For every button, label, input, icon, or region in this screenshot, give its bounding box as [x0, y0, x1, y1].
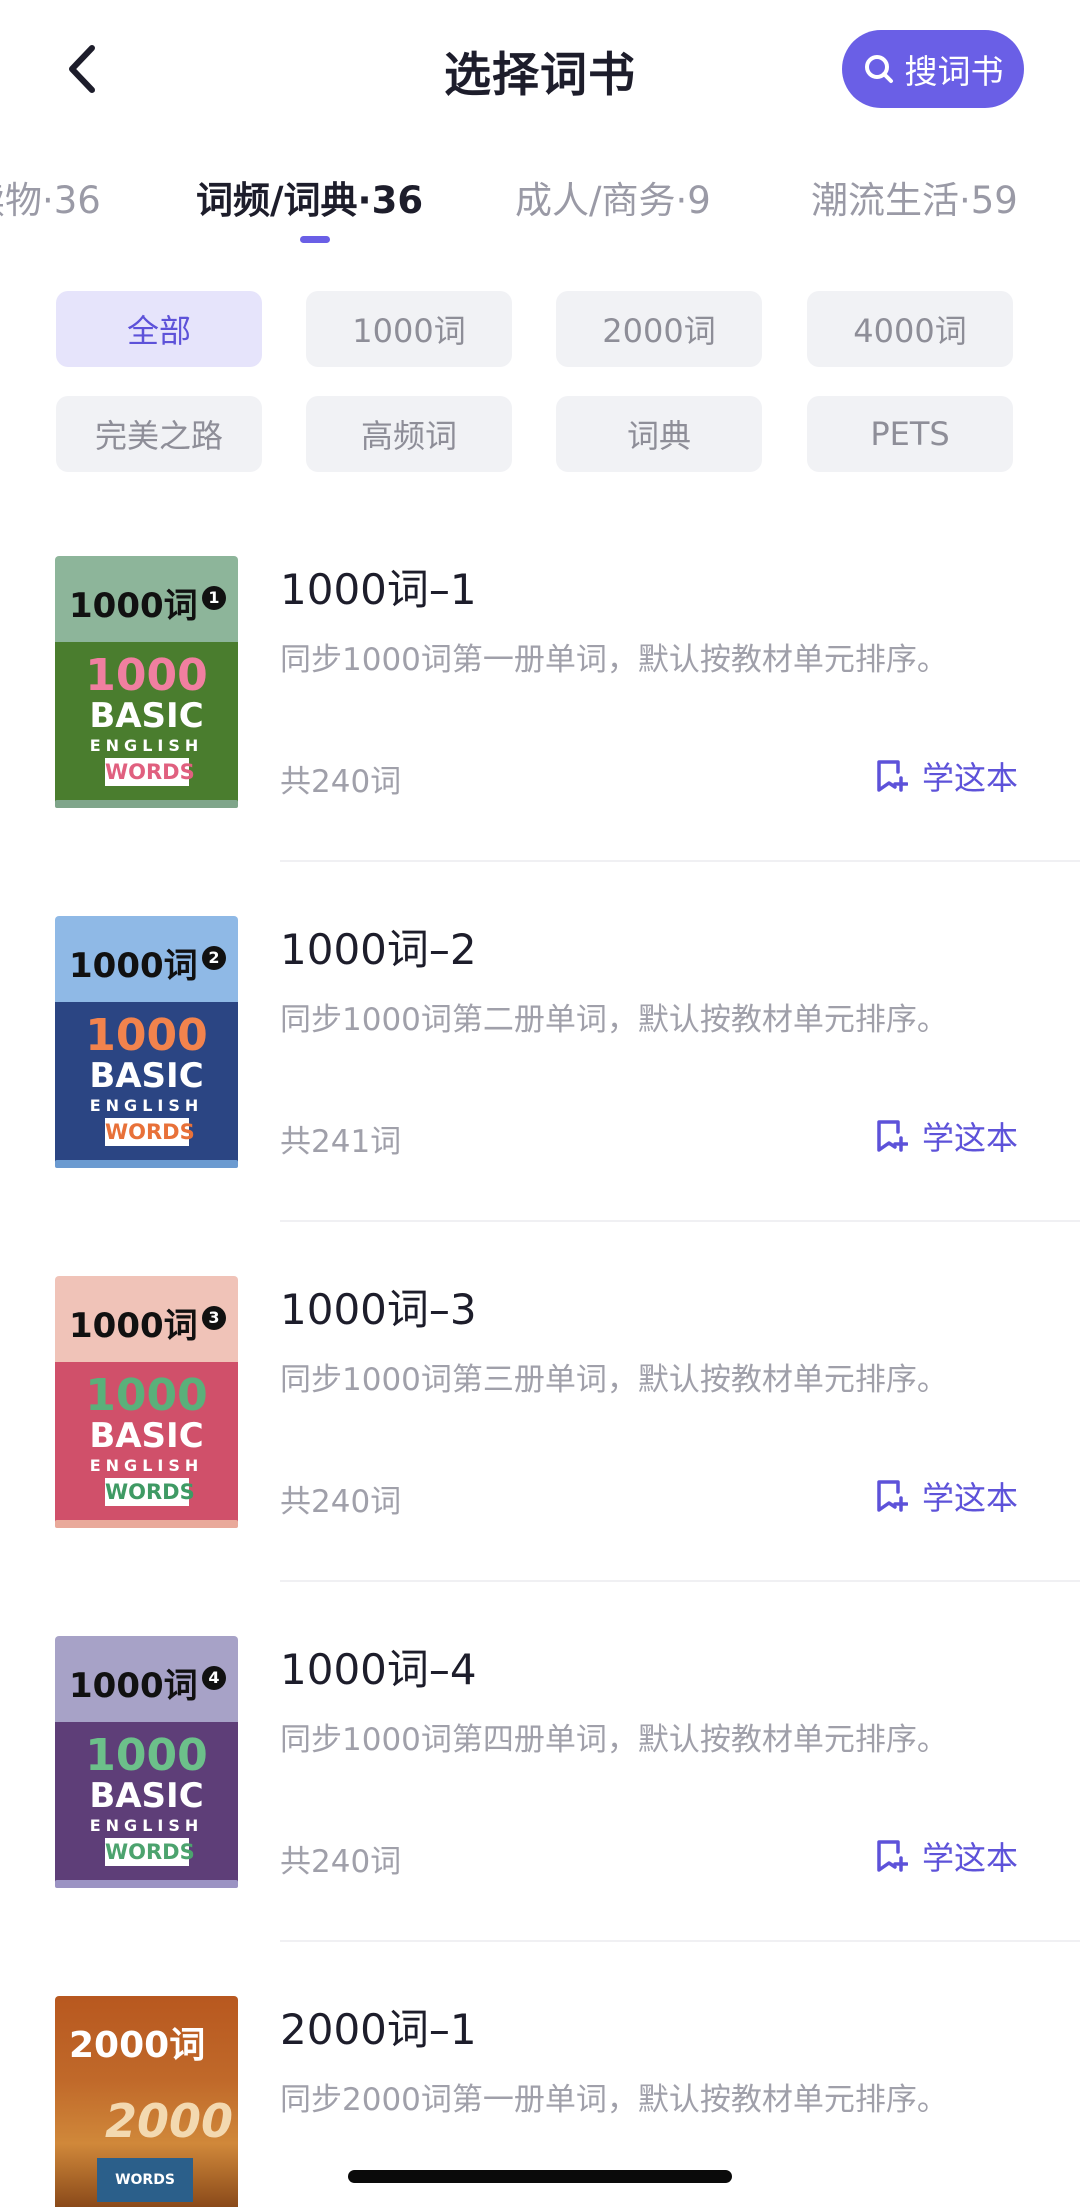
- cover-english: ENGLISH: [89, 736, 204, 755]
- filter-perfect-road[interactable]: 完美之路: [56, 396, 262, 472]
- book-item[interactable]: 1000词 2 1000 BASIC ENGLISH WORDS 1000词–2…: [0, 916, 1080, 1276]
- cover-title: 1000词: [69, 946, 198, 986]
- learn-book-button[interactable]: 学这本: [874, 1833, 1018, 1879]
- cover-english: ENGLISH: [89, 1456, 204, 1475]
- filter-pets[interactable]: PETS: [807, 396, 1013, 472]
- cover-title: 1000词: [69, 1306, 198, 1346]
- book-cover: 1000词 1 1000 BASIC ENGLISH WORDS: [55, 556, 238, 806]
- cover-basic: BASIC: [89, 1056, 204, 1096]
- book-item[interactable]: 1000词 1 1000 BASIC ENGLISH WORDS 1000词–1…: [0, 556, 1080, 916]
- cover-basic: BASIC: [89, 1776, 204, 1816]
- cover-words: WORDS: [97, 2158, 193, 2202]
- cover-volume: 3: [202, 1306, 226, 1330]
- header: 选择词书 搜词书: [0, 0, 1080, 140]
- book-spine: [55, 1160, 238, 1168]
- cover-title: 1000词: [69, 586, 198, 626]
- tab-trend-life[interactable]: 潮流生活·59: [811, 170, 1018, 224]
- cover-words: WORDS: [105, 758, 195, 786]
- tab-readers[interactable]: 读物·36: [0, 170, 101, 224]
- cover-basic: BASIC: [89, 696, 204, 736]
- home-indicator[interactable]: [348, 2170, 732, 2183]
- word-count: 共240词: [280, 1484, 402, 1520]
- divider: [280, 860, 1080, 862]
- divider: [280, 1220, 1080, 1222]
- cover-number: 1000: [85, 1730, 208, 1781]
- learn-book-button[interactable]: 学这本: [874, 753, 1018, 799]
- tab-adult-business[interactable]: 成人/商务·9: [515, 170, 711, 224]
- word-count: 共241词: [280, 1124, 402, 1160]
- cover-volume: 4: [202, 1666, 226, 1690]
- book-description: 同步1000词第四册单词，默认按教材单元排序。: [280, 1722, 948, 1758]
- cover-number: 1000: [85, 1370, 208, 1421]
- word-count: 共240词: [280, 764, 402, 800]
- bookmark-add-icon: [877, 1120, 908, 1152]
- filter-1000[interactable]: 1000词: [306, 291, 512, 367]
- book-item[interactable]: 1000词 3 1000 BASIC ENGLISH WORDS 1000词–3…: [0, 1276, 1080, 1636]
- book-cover: 1000词 4 1000 BASIC ENGLISH WORDS: [55, 1636, 238, 1886]
- word-count: 共240词: [280, 1844, 402, 1880]
- book-spine: [55, 1880, 238, 1888]
- book-spine: [55, 800, 238, 808]
- bookmark-add-icon: [877, 760, 908, 792]
- cover-words: WORDS: [105, 1118, 195, 1146]
- cover-number: 1000: [85, 650, 208, 701]
- learn-book-button[interactable]: 学这本: [874, 1113, 1018, 1159]
- active-tab-indicator: [300, 236, 330, 243]
- learn-book-label: 学这本: [922, 1479, 1019, 1517]
- book-title: 1000词–4: [280, 1645, 477, 1694]
- category-tabs: 读物·36 词频/词典·36 成人/商务·9 潮流生活·59: [0, 170, 1080, 250]
- book-spine: [55, 1520, 238, 1528]
- book-item[interactable]: 1000词 4 1000 BASIC ENGLISH WORDS 1000词–4…: [0, 1636, 1080, 1996]
- book-cover: 2000词 2000 WORDS: [55, 1996, 238, 2207]
- book-title: 1000词–3: [280, 1285, 477, 1334]
- book-cover: 1000词 3 1000 BASIC ENGLISH WORDS: [55, 1276, 238, 1526]
- search-book-label: 搜词书: [904, 52, 1004, 91]
- tab-frequency-dictionary[interactable]: 词频/词典·36: [196, 170, 423, 224]
- book-description: 同步1000词第一册单词，默认按教材单元排序。: [280, 642, 948, 678]
- cover-english: ENGLISH: [89, 1096, 204, 1115]
- cover-volume: 1: [202, 586, 226, 610]
- filter-2000[interactable]: 2000词: [556, 291, 762, 367]
- cover-volume: 2: [202, 946, 226, 970]
- book-description: 同步1000词第三册单词，默认按教材单元排序。: [280, 1362, 948, 1398]
- book-description: 同步2000词第一册单词，默认按教材单元排序。: [280, 2082, 948, 2118]
- book-title: 1000词–2: [280, 925, 477, 974]
- filter-all[interactable]: 全部: [56, 291, 262, 367]
- search-icon: [864, 55, 893, 83]
- cover-number: 1000: [85, 1010, 208, 1061]
- search-book-button[interactable]: 搜词书: [842, 30, 1024, 108]
- learn-book-label: 学这本: [922, 1119, 1019, 1157]
- cover-words: WORDS: [105, 1838, 195, 1866]
- cover-english: ENGLISH: [89, 1816, 204, 1835]
- book-title: 2000词–1: [280, 2005, 477, 2054]
- bookmark-add-icon: [877, 1480, 908, 1512]
- book-description: 同步1000词第二册单词，默认按教材单元排序。: [280, 1002, 948, 1038]
- divider: [280, 1940, 1080, 1942]
- bookmark-add-icon: [877, 1840, 908, 1872]
- learn-book-label: 学这本: [922, 1839, 1019, 1877]
- cover-title: 2000词: [69, 2025, 206, 2066]
- filter-4000[interactable]: 4000词: [807, 291, 1013, 367]
- cover-title: 1000词: [69, 1666, 198, 1706]
- cover-words: WORDS: [105, 1478, 195, 1506]
- learn-book-button[interactable]: 学这本: [874, 1473, 1018, 1519]
- cover-number: 2000: [105, 2094, 234, 2148]
- learn-book-label: 学这本: [922, 759, 1019, 797]
- book-title: 1000词–1: [280, 565, 477, 614]
- filter-high-frequency[interactable]: 高频词: [306, 396, 512, 472]
- divider: [280, 1580, 1080, 1582]
- filter-dictionary[interactable]: 词典: [556, 396, 762, 472]
- cover-basic: BASIC: [89, 1416, 204, 1456]
- book-cover: 1000词 2 1000 BASIC ENGLISH WORDS: [55, 916, 238, 1166]
